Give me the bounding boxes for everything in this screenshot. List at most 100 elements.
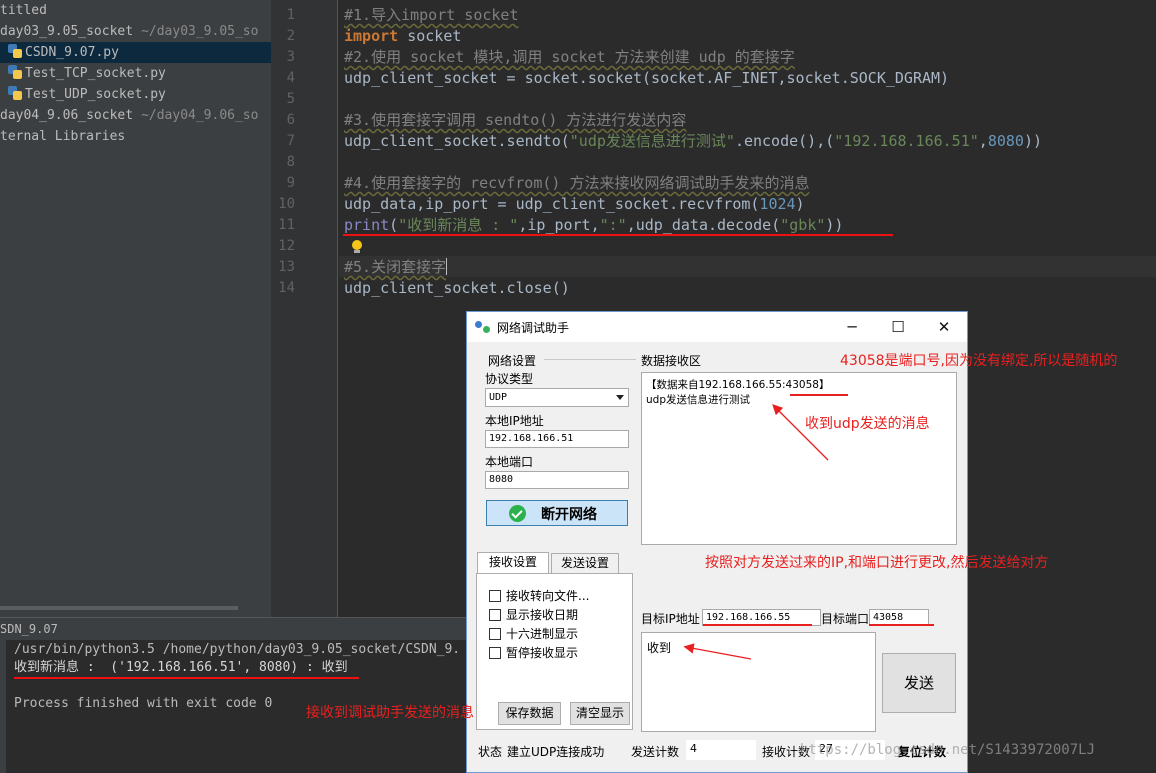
run-toolbar	[0, 640, 6, 773]
option-redirect-file[interactable]: 接收转向文件...	[489, 587, 589, 604]
project-root[interactable]: titled	[0, 0, 271, 21]
project-root-label: titled	[0, 3, 47, 18]
external-libraries[interactable]: ternal Libraries	[0, 126, 271, 147]
code-line-2: import socket	[344, 27, 462, 45]
code-line-7: udp_client_socket.sendto("udp发送信息进行测试".e…	[344, 132, 1042, 150]
code-line-3: #2.使用 socket 模块,调用 socket 方法来创建 udp 的套接字	[344, 48, 795, 66]
send-count-label: 发送计数	[631, 745, 680, 759]
recv-body: udp发送信息进行测试	[646, 394, 750, 406]
run-command: /usr/bin/python3.5 /home/python/day03_9.…	[14, 642, 461, 657]
protocol-select[interactable]: UDP	[485, 388, 629, 407]
check-circle-icon	[509, 505, 526, 522]
file-csdn[interactable]: CSDN_9.07.py	[0, 42, 271, 63]
python-file-icon	[8, 65, 22, 79]
line-number: 11	[278, 217, 295, 233]
code-line-10: udp_data,ip_port = udp_client_socket.rec…	[344, 195, 805, 213]
folder-day03-label: day03_9.05_socket	[0, 24, 134, 39]
run-exit: Process finished with exit code 0	[14, 696, 273, 711]
tab-recv-settings[interactable]: 接收设置	[477, 552, 549, 574]
code-line-13: #5.关闭套接字	[344, 258, 448, 276]
local-ip-input[interactable]: 192.168.166.51	[485, 430, 629, 448]
file-test-udp[interactable]: Test_UDP_socket.py	[0, 84, 271, 105]
titlebar[interactable]: 网络调试助手 ─ ☐ ✕	[467, 312, 967, 342]
target-port-input[interactable]: 43058	[869, 609, 929, 626]
send-area[interactable]: 收到	[641, 632, 876, 732]
option-show-date[interactable]: 显示接收日期	[489, 606, 578, 623]
line-number: 4	[286, 70, 295, 86]
assistant-annotation: 接收到调试助手发送的消息	[306, 705, 474, 721]
local-port-input[interactable]: 8080	[485, 471, 629, 489]
folder-day04[interactable]: day04_9.06_socket ~/day04_9.06_so	[0, 105, 271, 126]
disconnect-label: 断开网络	[541, 507, 597, 523]
target-ip-input[interactable]: 192.168.166.55	[702, 609, 821, 626]
code-line-6: #3.使用套接字调用 sendto() 方法进行发送内容	[344, 111, 687, 129]
line-number-gutter: 1 2 3 4 5 6 7 8 9 10 11 12 13 14	[274, 0, 338, 617]
protocol-value: UDP	[489, 392, 508, 403]
send-button[interactable]: 发送	[882, 653, 956, 713]
code-line-9: #4.使用套接字的 recvfrom() 方法来接收网络调试助手发来的消息	[344, 174, 810, 192]
option-pause-display[interactable]: 暂停接收显示	[489, 644, 578, 661]
option-label: 十六进制显示	[506, 627, 579, 641]
checkbox[interactable]	[489, 590, 501, 602]
close-button[interactable]: ✕	[921, 312, 967, 342]
file-test-tcp[interactable]: Test_TCP_socket.py	[0, 63, 271, 84]
group-divider	[544, 359, 636, 360]
line-number: 5	[286, 91, 295, 107]
lightbulb-icon[interactable]	[351, 239, 363, 255]
checkbox[interactable]	[489, 647, 501, 659]
line-number: 3	[286, 49, 295, 65]
text-cursor	[446, 258, 448, 275]
minimize-button[interactable]: ─	[829, 312, 875, 342]
udp-recv-annotation: 收到udp发送的消息	[805, 416, 930, 432]
port-annotation: 43058是端口号,因为没有绑定,所以是随机的	[840, 353, 1118, 369]
code-line-4: udp_client_socket = socket.socket(socket…	[344, 69, 950, 87]
chevron-down-icon	[616, 395, 624, 400]
option-hex-display[interactable]: 十六进制显示	[489, 625, 578, 642]
line-number: 6	[286, 112, 295, 128]
network-app-icon	[475, 319, 491, 335]
maximize-button[interactable]: ☐	[875, 312, 921, 342]
local-port-label: 本地端口	[485, 455, 534, 469]
protocol-label: 协议类型	[485, 372, 534, 386]
recv-port: 43058	[785, 379, 819, 391]
line-number: 13	[278, 259, 295, 275]
checkbox[interactable]	[489, 628, 501, 640]
code-line-1: #1.导入import socket	[344, 6, 519, 24]
folder-day03[interactable]: day03_9.05_socket ~/day03_9.05_so	[0, 21, 271, 42]
python-file-icon	[8, 44, 22, 58]
window-title: 网络调试助手	[497, 321, 570, 335]
net-settings-label: 网络设置	[488, 354, 537, 368]
run-output: 收到新消息 : ('192.168.166.51', 8080) : 收到	[14, 660, 348, 675]
line-number: 7	[286, 133, 295, 149]
line-number: 8	[286, 154, 295, 170]
line-number: 2	[286, 28, 295, 44]
save-data-button[interactable]: 保存数据	[498, 702, 561, 725]
disconnect-button[interactable]: 断开网络	[486, 500, 628, 526]
target-port-label: 目标端口	[821, 612, 870, 626]
send-text: 收到	[647, 641, 672, 655]
tab-send-settings[interactable]: 发送设置	[551, 553, 619, 573]
folder-day04-label: day04_9.06_socket	[0, 108, 134, 123]
recv-settings-panel: 接收转向文件... 显示接收日期 十六进制显示 暂停接收显示 保存数据 清空显示	[476, 573, 633, 730]
option-label: 显示接收日期	[506, 608, 579, 622]
folder-day04-path: ~/day04_9.06_so	[141, 108, 259, 123]
checkbox[interactable]	[489, 609, 501, 621]
line-number: 9	[286, 175, 295, 191]
local-ip-label: 本地IP地址	[485, 414, 544, 428]
python-file-icon	[8, 86, 22, 100]
file-test-tcp-label: Test_TCP_socket.py	[25, 66, 166, 81]
option-label: 接收转向文件...	[506, 589, 590, 603]
recv-header: 【数据来自192.168.166.55:43058】	[646, 379, 830, 391]
external-libraries-label: ternal Libraries	[0, 129, 126, 144]
target-ip-label: 目标IP地址	[641, 612, 700, 626]
recv-area[interactable]: 【数据来自192.168.166.55:43058】 udp发送信息进行测试	[641, 372, 957, 545]
run-tab[interactable]: SDN_9.07	[0, 622, 58, 636]
code-line-14: udp_client_socket.close()	[344, 279, 570, 297]
red-underline-print	[343, 234, 893, 236]
clear-display-button[interactable]: 清空显示	[570, 702, 630, 725]
file-test-udp-label: Test_UDP_socket.py	[25, 87, 166, 102]
folder-day03-path: ~/day03_9.05_so	[141, 24, 259, 39]
line-number: 10	[278, 196, 295, 212]
project-panel: titled day03_9.05_socket ~/day03_9.05_so …	[0, 0, 271, 617]
project-scrollbar[interactable]	[0, 606, 238, 610]
